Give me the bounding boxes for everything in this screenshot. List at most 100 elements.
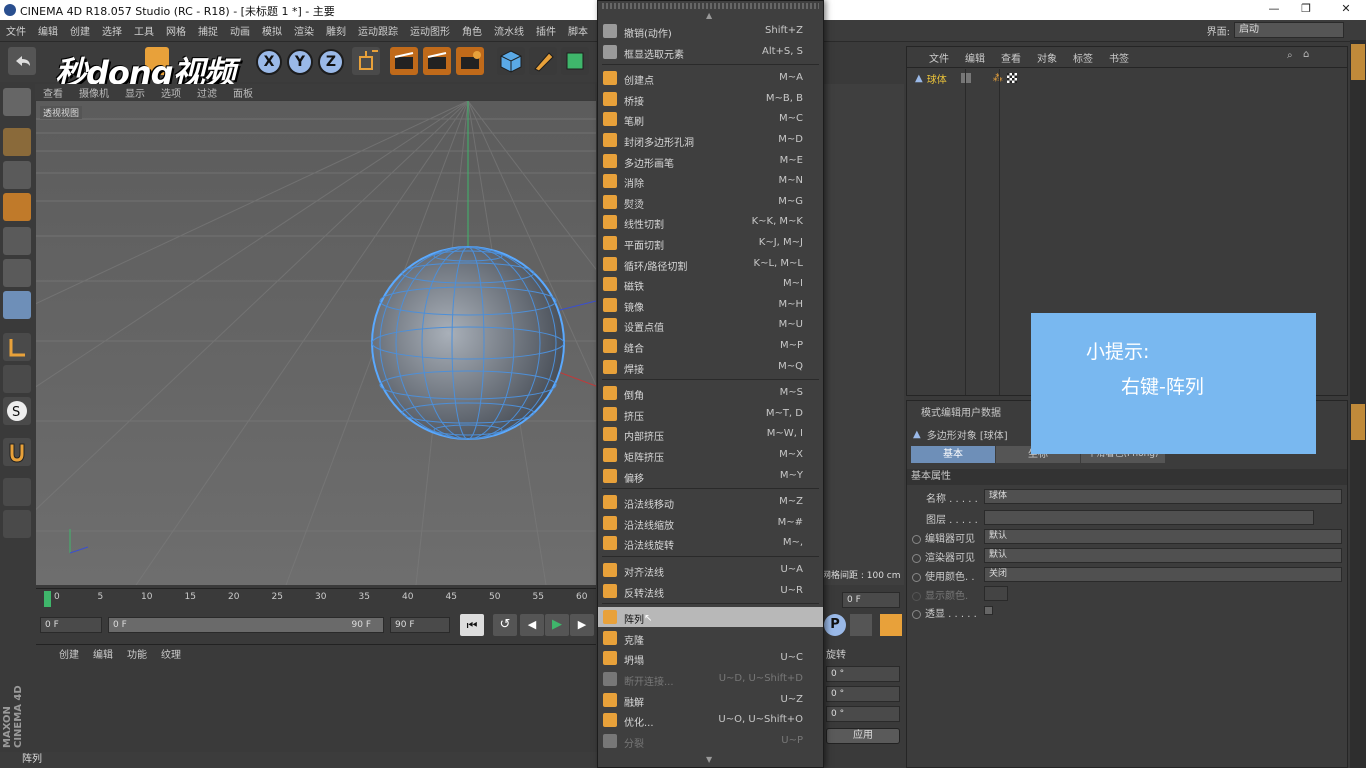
snapping-magnet-icon[interactable] <box>3 438 31 466</box>
context-menu-item-12[interactable]: 循环/路径切割 K~L, M~L <box>598 254 823 274</box>
frame-range-slider[interactable]: 0 F 90 F <box>108 617 384 633</box>
layer-field[interactable] <box>984 510 1314 525</box>
rotation-b-field[interactable]: 0 ° <box>826 706 900 722</box>
end-frame-field[interactable]: 90 F <box>390 617 450 633</box>
menu-item-16[interactable]: 脚本 <box>562 23 594 38</box>
key-grid-icon[interactable] <box>850 614 872 636</box>
edges-mode-icon[interactable] <box>3 259 31 287</box>
scroll-up-icon[interactable]: ▲ <box>706 11 712 20</box>
rotation-p-field[interactable]: 0 ° <box>826 686 900 702</box>
context-menu-item-7[interactable]: 多边形画笔 M~E <box>598 151 823 171</box>
context-menu-item-3[interactable]: 创建点 M~A <box>598 68 823 88</box>
timeline-playhead[interactable] <box>44 591 51 607</box>
context-menu-item-26[interactable]: 沿法线缩放 M~# <box>598 513 823 533</box>
menu-item-13[interactable]: 角色 <box>456 23 488 38</box>
texture-tag-icon[interactable] <box>1006 73 1017 83</box>
material-menu-item-1[interactable]: 编辑 <box>86 646 120 661</box>
menu-item-6[interactable]: 捕捉 <box>192 23 224 38</box>
menu-item-1[interactable]: 编辑 <box>32 23 64 38</box>
object-menu-item-3[interactable]: 对象 <box>1029 50 1065 65</box>
workplane-mode-icon[interactable] <box>3 193 31 221</box>
undo-icon[interactable] <box>8 47 36 75</box>
use-color-dropdown[interactable]: 关闭 <box>984 567 1342 582</box>
context-menu-item-9[interactable]: 熨烫 M~G <box>598 192 823 212</box>
render-to-picture-viewer-icon[interactable] <box>423 47 451 75</box>
context-menu-item-20[interactable]: 挤压 M~T, D <box>598 404 823 424</box>
context-menu-item-8[interactable]: 消除 M~N <box>598 171 823 191</box>
context-menu-item-0[interactable]: 撤销(动作) Shift+Z <box>598 21 823 41</box>
context-menu-item-14[interactable]: 镜像 M~H <box>598 295 823 315</box>
minimize-button[interactable]: — <box>1262 2 1286 18</box>
rotation-h-field[interactable]: 0 ° <box>826 666 900 682</box>
play-icon[interactable]: ▶ <box>545 614 569 636</box>
viewport-menu-item-1[interactable]: 摄像机 <box>71 85 117 100</box>
menu-tearoff-handle[interactable] <box>602 3 819 9</box>
viewport-menu-item-5[interactable]: 面板 <box>225 85 261 100</box>
attribute-menu-item-2[interactable]: 用户数据 <box>961 404 1001 419</box>
context-menu-item-17[interactable]: 焊接 M~Q <box>598 357 823 377</box>
context-menu-item-34[interactable]: 坍塌 U~C <box>598 648 823 668</box>
context-menu-item-6[interactable]: 封闭多边形孔洞 M~D <box>598 130 823 150</box>
tab-basic[interactable]: 基本 <box>911 446 995 463</box>
material-menu-item-0[interactable]: 创建 <box>52 646 86 661</box>
go-to-start-icon[interactable]: ⏮ <box>460 614 484 636</box>
attributes-tab[interactable] <box>1351 404 1365 440</box>
context-menu-item-29[interactable]: 对齐法线 U~A <box>598 560 823 580</box>
make-editable-icon[interactable] <box>3 88 31 116</box>
render-view-icon[interactable] <box>390 47 418 75</box>
name-field[interactable]: 球体 <box>984 489 1342 504</box>
display-color-swatch[interactable] <box>984 586 1008 601</box>
material-menu-item-2[interactable]: 功能 <box>120 646 154 661</box>
points-mode-icon[interactable] <box>3 227 31 255</box>
cube-primitive-icon[interactable] <box>497 47 525 75</box>
viewport-menu-item-4[interactable]: 过滤 <box>189 85 225 100</box>
render-visible-dropdown[interactable]: 默认 <box>984 548 1342 563</box>
viewport-menu-item-2[interactable]: 显示 <box>117 85 153 100</box>
context-menu-item-30[interactable]: 反转法线 U~R <box>598 581 823 601</box>
menu-item-2[interactable]: 创建 <box>64 23 96 38</box>
object-menu-item-2[interactable]: 查看 <box>993 50 1029 65</box>
context-menu-item-27[interactable]: 沿法线旋转 M~, <box>598 533 823 553</box>
object-menu-item-5[interactable]: 书签 <box>1101 50 1137 65</box>
menu-item-9[interactable]: 渲染 <box>288 23 320 38</box>
xray-checkbox[interactable] <box>984 606 993 615</box>
context-menu-item-36[interactable]: 融解 U~Z <box>598 690 823 710</box>
sphere-object[interactable] <box>371 246 565 440</box>
phong-tag-icon[interactable]: ⁂ <box>993 73 1003 84</box>
attribute-menu-item-1[interactable]: 编辑 <box>941 404 961 419</box>
context-menu-item-21[interactable]: 内部挤压 M~W, I <box>598 424 823 444</box>
menu-item-0[interactable]: 文件 <box>0 23 32 38</box>
objects-tab[interactable] <box>1351 44 1365 80</box>
menu-item-15[interactable]: 插件 <box>530 23 562 38</box>
x-axis-button[interactable]: X <box>256 49 282 75</box>
polygons-mode-icon[interactable] <box>3 291 31 319</box>
close-button[interactable]: ✕ <box>1334 2 1358 18</box>
start-frame-field[interactable]: 0 F <box>40 617 102 633</box>
context-menu-item-1[interactable]: 框显选取元素 Alt+S, S <box>598 42 823 62</box>
context-menu-item-10[interactable]: 线性切割 K~K, M~K <box>598 212 823 232</box>
menu-item-5[interactable]: 网格 <box>160 23 192 38</box>
solo-mode-icon[interactable]: S <box>3 397 31 425</box>
scroll-down-icon[interactable]: ▼ <box>706 755 712 764</box>
z-axis-button[interactable]: Z <box>318 49 344 75</box>
context-menu-item-11[interactable]: 平面切割 K~J, M~J <box>598 233 823 253</box>
texture-mode-icon[interactable] <box>3 161 31 189</box>
menu-item-4[interactable]: 工具 <box>128 23 160 38</box>
menu-item-14[interactable]: 流水线 <box>488 23 530 38</box>
context-menu-item-15[interactable]: 设置点值 M~U <box>598 315 823 335</box>
context-menu-item-23[interactable]: 偏移 M~Y <box>598 466 823 486</box>
subdivision-surface-icon[interactable] <box>561 47 589 75</box>
object-menu-item-4[interactable]: 标签 <box>1065 50 1101 65</box>
material-menu-item-3[interactable]: 纹理 <box>154 646 188 661</box>
menu-item-3[interactable]: 选择 <box>96 23 128 38</box>
tweak-mode-icon[interactable] <box>3 365 31 393</box>
search-icon[interactable]: ⌕ <box>1287 50 1293 61</box>
context-menu-item-19[interactable]: 倒角 M~S <box>598 383 823 403</box>
viewport-menu-item-0[interactable]: 查看 <box>35 85 71 100</box>
context-menu-item-25[interactable]: 沿法线移动 M~Z <box>598 492 823 512</box>
context-menu-item-13[interactable]: 磁铁 M~I <box>598 274 823 294</box>
menu-item-7[interactable]: 动画 <box>224 23 256 38</box>
coordinate-system-icon[interactable] <box>352 47 380 75</box>
context-menu-item-37[interactable]: 优化... U~O, U~Shift+O <box>598 710 823 730</box>
timeline-window-icon[interactable] <box>880 614 902 636</box>
